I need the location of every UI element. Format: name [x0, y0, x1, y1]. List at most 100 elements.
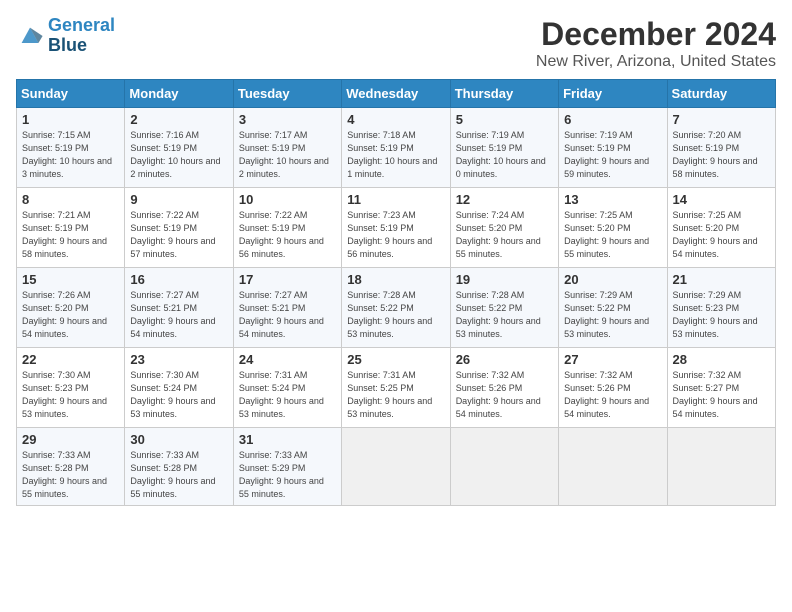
- calendar-cell: 22 Sunrise: 7:30 AMSunset: 5:23 PMDayligh…: [17, 348, 125, 428]
- day-number: 23: [130, 352, 227, 367]
- day-info: Sunrise: 7:23 AMSunset: 5:19 PMDaylight:…: [347, 210, 432, 259]
- calendar-cell: 15Sunrise: 7:26 AMSunset: 5:20 PMDayligh…: [17, 268, 125, 348]
- day-info: Sunrise: 7:29 AMSunset: 5:23 PMDaylight:…: [673, 290, 758, 339]
- calendar-cell: 23 Sunrise: 7:30 AMSunset: 5:24 PMDayligh…: [125, 348, 233, 428]
- day-info: Sunrise: 7:15 AMSunset: 5:19 PMDaylight:…: [22, 130, 112, 179]
- header-saturday: Saturday: [667, 80, 775, 108]
- calendar-cell: 4Sunrise: 7:18 AMSunset: 5:19 PMDaylight…: [342, 108, 450, 188]
- day-info: Sunrise: 7:30 AMSunset: 5:23 PMDaylight:…: [22, 370, 107, 419]
- calendar-week-1: 1 Sunrise: 7:15 AMSunset: 5:19 PMDaylight…: [17, 108, 776, 188]
- day-info: Sunrise: 7:16 AMSunset: 5:19 PMDaylight:…: [130, 130, 220, 179]
- calendar-cell: [342, 428, 450, 506]
- day-number: 8: [22, 192, 119, 207]
- header-wednesday: Wednesday: [342, 80, 450, 108]
- title-block: December 2024 New River, Arizona, United…: [536, 16, 776, 71]
- calendar-cell: 21 Sunrise: 7:29 AMSunset: 5:23 PMDayligh…: [667, 268, 775, 348]
- calendar-cell: 3 Sunrise: 7:17 AMSunset: 5:19 PMDaylight…: [233, 108, 341, 188]
- calendar-week-5: 29 Sunrise: 7:33 AMSunset: 5:28 PMDayligh…: [17, 428, 776, 506]
- calendar-cell: [559, 428, 667, 506]
- calendar-week-4: 22 Sunrise: 7:30 AMSunset: 5:23 PMDayligh…: [17, 348, 776, 428]
- day-info: Sunrise: 7:31 AMSunset: 5:25 PMDaylight:…: [347, 370, 432, 419]
- day-number: 29: [22, 432, 119, 447]
- day-info: Sunrise: 7:33 AMSunset: 5:28 PMDaylight:…: [130, 450, 215, 499]
- day-number: 11: [347, 192, 444, 207]
- day-number: 14: [673, 192, 770, 207]
- calendar-cell: 20 Sunrise: 7:29 AMSunset: 5:22 PMDayligh…: [559, 268, 667, 348]
- day-number: 17: [239, 272, 336, 287]
- calendar-cell: 8 Sunrise: 7:21 AMSunset: 5:19 PMDaylight…: [17, 188, 125, 268]
- day-info: Sunrise: 7:25 AMSunset: 5:20 PMDaylight:…: [673, 210, 758, 259]
- day-info: Sunrise: 7:29 AMSunset: 5:22 PMDaylight:…: [564, 290, 649, 339]
- day-number: 9: [130, 192, 227, 207]
- day-info: Sunrise: 7:22 AMSunset: 5:19 PMDaylight:…: [130, 210, 215, 259]
- calendar-week-2: 8 Sunrise: 7:21 AMSunset: 5:19 PMDaylight…: [17, 188, 776, 268]
- calendar-cell: 16 Sunrise: 7:27 AMSunset: 5:21 PMDayligh…: [125, 268, 233, 348]
- logo-icon: [16, 22, 44, 50]
- day-number: 10: [239, 192, 336, 207]
- calendar-cell: 27Sunrise: 7:32 AMSunset: 5:26 PMDayligh…: [559, 348, 667, 428]
- calendar-cell: 13Sunrise: 7:25 AMSunset: 5:20 PMDayligh…: [559, 188, 667, 268]
- calendar-cell: [667, 428, 775, 506]
- day-number: 6: [564, 112, 661, 127]
- day-number: 15: [22, 272, 119, 287]
- calendar-cell: 6 Sunrise: 7:19 AMSunset: 5:19 PMDaylight…: [559, 108, 667, 188]
- day-info: Sunrise: 7:19 AMSunset: 5:19 PMDaylight:…: [564, 130, 649, 179]
- day-info: Sunrise: 7:20 AMSunset: 5:19 PMDaylight:…: [673, 130, 758, 179]
- calendar-cell: [450, 428, 558, 506]
- calendar-cell: 24 Sunrise: 7:31 AMSunset: 5:24 PMDayligh…: [233, 348, 341, 428]
- day-number: 12: [456, 192, 553, 207]
- calendar-cell: 5 Sunrise: 7:19 AMSunset: 5:19 PMDaylight…: [450, 108, 558, 188]
- day-number: 1: [22, 112, 119, 127]
- day-number: 30: [130, 432, 227, 447]
- day-number: 4: [347, 112, 444, 127]
- day-number: 25: [347, 352, 444, 367]
- calendar-header-row: SundayMondayTuesdayWednesdayThursdayFrid…: [17, 80, 776, 108]
- day-info: Sunrise: 7:27 AMSunset: 5:21 PMDaylight:…: [130, 290, 215, 339]
- day-info: Sunrise: 7:22 AMSunset: 5:19 PMDaylight:…: [239, 210, 324, 259]
- day-info: Sunrise: 7:27 AMSunset: 5:21 PMDaylight:…: [239, 290, 324, 339]
- day-number: 7: [673, 112, 770, 127]
- header-tuesday: Tuesday: [233, 80, 341, 108]
- day-info: Sunrise: 7:21 AMSunset: 5:19 PMDaylight:…: [22, 210, 107, 259]
- calendar-week-3: 15Sunrise: 7:26 AMSunset: 5:20 PMDayligh…: [17, 268, 776, 348]
- day-number: 20: [564, 272, 661, 287]
- day-info: Sunrise: 7:30 AMSunset: 5:24 PMDaylight:…: [130, 370, 215, 419]
- day-number: 22: [22, 352, 119, 367]
- day-number: 2: [130, 112, 227, 127]
- day-info: Sunrise: 7:17 AMSunset: 5:19 PMDaylight:…: [239, 130, 329, 179]
- calendar-subtitle: New River, Arizona, United States: [536, 53, 776, 71]
- header-thursday: Thursday: [450, 80, 558, 108]
- calendar-cell: 19 Sunrise: 7:28 AMSunset: 5:22 PMDayligh…: [450, 268, 558, 348]
- calendar-table: SundayMondayTuesdayWednesdayThursdayFrid…: [16, 79, 776, 506]
- calendar-cell: 31Sunrise: 7:33 AMSunset: 5:29 PMDayligh…: [233, 428, 341, 506]
- day-info: Sunrise: 7:31 AMSunset: 5:24 PMDaylight:…: [239, 370, 324, 419]
- calendar-cell: 12Sunrise: 7:24 AMSunset: 5:20 PMDayligh…: [450, 188, 558, 268]
- calendar-cell: 30 Sunrise: 7:33 AMSunset: 5:28 PMDayligh…: [125, 428, 233, 506]
- calendar-cell: 1 Sunrise: 7:15 AMSunset: 5:19 PMDaylight…: [17, 108, 125, 188]
- logo-text: General Blue: [48, 16, 115, 56]
- day-number: 5: [456, 112, 553, 127]
- day-info: Sunrise: 7:32 AMSunset: 5:27 PMDaylight:…: [673, 370, 758, 419]
- calendar-cell: 17 Sunrise: 7:27 AMSunset: 5:21 PMDayligh…: [233, 268, 341, 348]
- day-info: Sunrise: 7:32 AMSunset: 5:26 PMDaylight:…: [456, 370, 541, 419]
- day-number: 21: [673, 272, 770, 287]
- logo: General Blue: [16, 16, 115, 56]
- calendar-cell: 14 Sunrise: 7:25 AMSunset: 5:20 PMDayligh…: [667, 188, 775, 268]
- day-info: Sunrise: 7:19 AMSunset: 5:19 PMDaylight:…: [456, 130, 546, 179]
- day-number: 26: [456, 352, 553, 367]
- calendar-cell: 28 Sunrise: 7:32 AMSunset: 5:27 PMDayligh…: [667, 348, 775, 428]
- day-info: Sunrise: 7:28 AMSunset: 5:22 PMDaylight:…: [456, 290, 541, 339]
- calendar-cell: 25 Sunrise: 7:31 AMSunset: 5:25 PMDayligh…: [342, 348, 450, 428]
- day-info: Sunrise: 7:32 AMSunset: 5:26 PMDaylight:…: [564, 370, 649, 419]
- header-friday: Friday: [559, 80, 667, 108]
- day-number: 24: [239, 352, 336, 367]
- calendar-cell: 2 Sunrise: 7:16 AMSunset: 5:19 PMDaylight…: [125, 108, 233, 188]
- day-number: 19: [456, 272, 553, 287]
- page-header: General Blue December 2024 New River, Ar…: [16, 16, 776, 71]
- calendar-cell: 9 Sunrise: 7:22 AMSunset: 5:19 PMDaylight…: [125, 188, 233, 268]
- day-info: Sunrise: 7:25 AMSunset: 5:20 PMDaylight:…: [564, 210, 649, 259]
- header-sunday: Sunday: [17, 80, 125, 108]
- day-number: 16: [130, 272, 227, 287]
- day-number: 28: [673, 352, 770, 367]
- day-number: 3: [239, 112, 336, 127]
